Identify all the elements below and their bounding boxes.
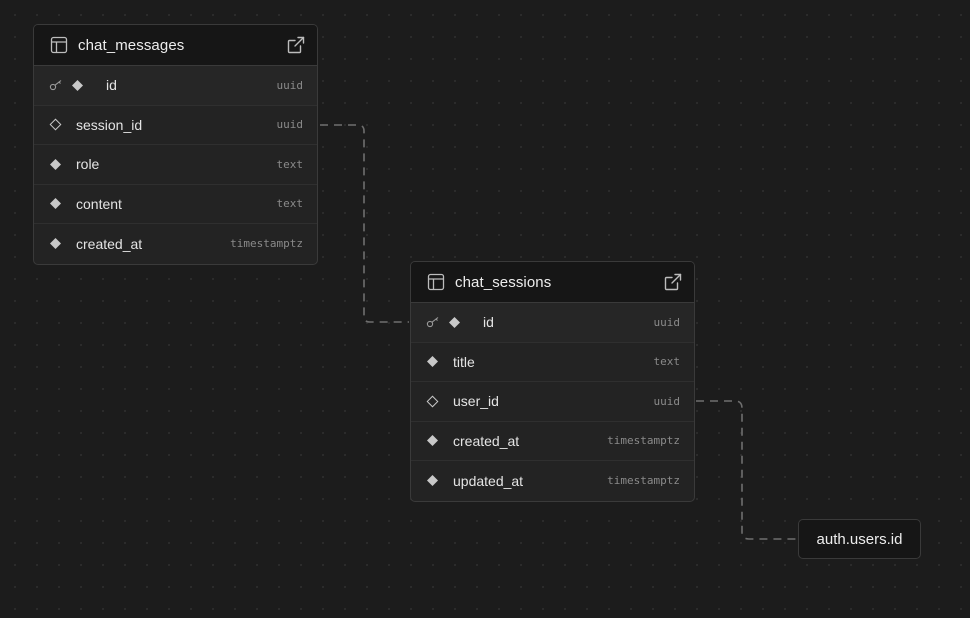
column-type: text [276, 157, 304, 171]
column-name: created_at [453, 432, 520, 449]
column-name: session_id [76, 116, 143, 133]
auth-users-ref-node[interactable]: auth.users.id [798, 519, 921, 559]
column-type: timestamptz [607, 434, 680, 448]
table-name: chat_messages [78, 36, 185, 54]
relation-edge-session-to-sessions [320, 124, 409, 323]
column-name: content [76, 195, 122, 212]
table-chat-messages[interactable]: chat_messages id uuid session_id uuid ro… [33, 24, 318, 265]
filled-diamond-icon [448, 316, 461, 329]
column-row-id[interactable]: id uuid [34, 66, 317, 106]
outline-diamond-icon [426, 395, 439, 408]
filled-diamond-icon [49, 158, 62, 171]
relation-edge-user-to-auth [696, 400, 797, 540]
filled-diamond-icon [426, 434, 439, 447]
table-chat-sessions[interactable]: chat_sessions id uuid title text user_id… [410, 261, 695, 502]
table-header: chat_messages [34, 25, 317, 66]
filled-diamond-icon [71, 79, 84, 92]
column-name: updated_at [453, 472, 524, 489]
column-name: created_at [76, 235, 143, 252]
outline-diamond-icon [49, 118, 62, 131]
column-name: user_id [453, 393, 499, 410]
column-name: id [483, 314, 494, 331]
column-row-title[interactable]: title text [411, 343, 694, 382]
column-row-id[interactable]: id uuid [411, 303, 694, 343]
column-type: uuid [276, 118, 304, 132]
column-row-user-id[interactable]: user_id uuid [411, 382, 694, 422]
column-row-created-at[interactable]: created_at timestamptz [411, 422, 694, 461]
column-type: timestamptz [230, 237, 303, 251]
table-header: chat_sessions [411, 262, 694, 303]
table-name: chat_sessions [455, 273, 552, 291]
table-icon [50, 36, 68, 54]
column-name: role [76, 156, 100, 173]
table-icon [427, 273, 445, 291]
column-type: text [276, 197, 304, 211]
key-icon [426, 316, 442, 328]
column-row-role[interactable]: role text [34, 145, 317, 185]
column-type: text [653, 355, 681, 369]
external-link-icon[interactable] [664, 273, 682, 291]
ref-label: auth.users.id [816, 530, 903, 548]
column-name: title [453, 353, 475, 370]
filled-diamond-icon [49, 197, 62, 210]
external-link-icon[interactable] [287, 36, 305, 54]
column-row-created-at[interactable]: created_at timestamptz [34, 224, 317, 264]
column-row-session-id[interactable]: session_id uuid [34, 106, 317, 145]
filled-diamond-icon [49, 237, 62, 250]
column-name: id [106, 77, 117, 94]
column-type: uuid [276, 78, 304, 92]
filled-diamond-icon [426, 474, 439, 487]
column-type: timestamptz [607, 474, 680, 488]
column-row-updated-at[interactable]: updated_at timestamptz [411, 461, 694, 501]
column-type: uuid [653, 315, 681, 329]
filled-diamond-icon [426, 355, 439, 368]
key-icon [49, 79, 65, 91]
column-row-content[interactable]: content text [34, 185, 317, 224]
column-type: uuid [653, 394, 681, 408]
